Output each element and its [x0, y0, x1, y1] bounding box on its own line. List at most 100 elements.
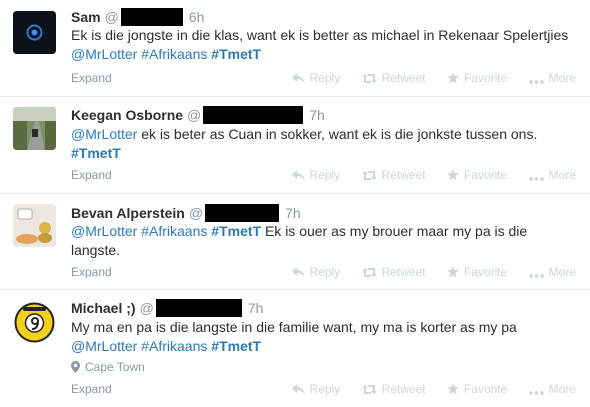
- hashtag-link[interactable]: #Afrikaans: [141, 46, 207, 62]
- mention-link[interactable]: @MrLotter: [71, 338, 137, 354]
- user-handle-at[interactable]: @: [189, 205, 203, 221]
- avatar[interactable]: [13, 301, 56, 344]
- user-handle-at[interactable]: @: [140, 300, 154, 316]
- reply-label: Reply: [309, 382, 341, 396]
- more-dots-icon: [528, 391, 544, 395]
- more-button[interactable]: More: [528, 167, 576, 183]
- tweet-item[interactable]: Sam @6h Ek is die jongste in die klas, wa…: [0, 0, 590, 97]
- tweet-text-segment: ek is beter as Cuan in sokker, want ek i…: [137, 126, 538, 142]
- more-label: More: [548, 382, 576, 396]
- retweet-button[interactable]: Retweet: [361, 381, 426, 397]
- retweet-icon: [361, 74, 377, 83]
- favorite-label: Favorite: [463, 382, 508, 396]
- more-label: More: [548, 168, 576, 182]
- tweet-actions: Reply Retweet Favorite More: [274, 381, 576, 397]
- favorite-star-icon: [446, 383, 459, 395]
- favorite-button[interactable]: Favorite: [446, 381, 508, 397]
- avatar-road-photo-icon: [13, 107, 56, 150]
- more-label: More: [548, 71, 576, 85]
- tweet-time[interactable]: 7h: [248, 300, 264, 316]
- reply-icon: [291, 267, 305, 278]
- tweet-item[interactable]: Michael ;) @7h My ma en pa is die langste…: [0, 290, 590, 407]
- tweet-time[interactable]: 7h: [309, 107, 325, 123]
- expand-link[interactable]: Expand: [71, 70, 112, 86]
- reply-button[interactable]: Reply: [291, 167, 341, 183]
- location-pin-icon: [71, 361, 80, 373]
- tweet-actions: Reply Retweet Favorite More: [274, 70, 576, 86]
- favorite-label: Favorite: [463, 265, 508, 279]
- more-dots-icon: [528, 80, 544, 84]
- retweet-label: Retweet: [381, 168, 426, 182]
- retweet-label: Retweet: [381, 265, 426, 279]
- avatar[interactable]: [13, 11, 56, 54]
- reply-icon: [291, 73, 305, 84]
- reply-label: Reply: [309, 168, 341, 182]
- tweet-item[interactable]: Bevan Alperstein @7h @MrLotter #Afrikaans…: [0, 194, 590, 290]
- tweet-actions: Reply Retweet Favorite More: [274, 264, 576, 280]
- retweet-label: Retweet: [381, 382, 426, 396]
- favorite-label: Favorite: [463, 71, 508, 85]
- location-label: Cape Town: [85, 360, 145, 374]
- retweet-button[interactable]: Retweet: [361, 264, 426, 280]
- hashtag-link[interactable]: #TmetT: [71, 145, 121, 161]
- reply-button[interactable]: Reply: [291, 70, 341, 86]
- favorite-button[interactable]: Favorite: [446, 70, 508, 86]
- reply-label: Reply: [309, 265, 341, 279]
- tweet-time[interactable]: 6h: [189, 9, 205, 25]
- avatar-logo-icon: [13, 11, 56, 54]
- user-name[interactable]: Keegan Osborne: [71, 107, 183, 123]
- tweet-text-segment: My ma en pa is die langste in die famili…: [71, 319, 517, 335]
- favorite-star-icon: [446, 72, 459, 84]
- tweet-actions: Reply Retweet Favorite More: [274, 167, 576, 183]
- reply-button[interactable]: Reply: [291, 264, 341, 280]
- retweet-icon: [361, 268, 377, 277]
- expand-link[interactable]: Expand: [71, 167, 112, 183]
- hashtag-link[interactable]: #TmetT: [211, 46, 261, 62]
- hashtag-link[interactable]: #TmetT: [211, 223, 261, 239]
- tweet-text-segment: Ek is die jongste in die klas, want ek i…: [71, 27, 569, 43]
- reply-button[interactable]: Reply: [291, 381, 341, 397]
- expand-link[interactable]: Expand: [71, 381, 112, 397]
- mention-link[interactable]: @MrLotter: [71, 223, 137, 239]
- more-dots-icon: [528, 274, 544, 278]
- user-handle-at[interactable]: @: [187, 107, 201, 123]
- favorite-label: Favorite: [463, 168, 508, 182]
- expand-link[interactable]: Expand: [71, 264, 112, 280]
- mention-link[interactable]: @MrLotter: [71, 46, 137, 62]
- hashtag-link[interactable]: #Afrikaans: [141, 338, 207, 354]
- redacted-handle: [155, 299, 242, 317]
- tweet-time[interactable]: 7h: [285, 205, 301, 221]
- hashtag-link[interactable]: #Afrikaans: [141, 223, 207, 239]
- avatar[interactable]: [13, 107, 56, 150]
- more-button[interactable]: More: [528, 70, 576, 86]
- avatar-cartoon-icon: [13, 204, 56, 247]
- user-handle-at[interactable]: @: [105, 9, 119, 25]
- tweet-text: Ek is die jongste in die klas, want ek i…: [71, 26, 576, 64]
- reply-label: Reply: [309, 71, 341, 85]
- avatar[interactable]: [13, 204, 56, 247]
- redacted-handle: [205, 204, 280, 222]
- hashtag-link[interactable]: #TmetT: [211, 338, 261, 354]
- more-button[interactable]: More: [528, 381, 576, 397]
- user-name[interactable]: Bevan Alperstein: [71, 205, 185, 221]
- tweet-location[interactable]: Cape Town: [71, 359, 145, 375]
- reply-icon: [291, 170, 305, 181]
- user-name[interactable]: Sam: [71, 9, 101, 25]
- favorite-button[interactable]: Favorite: [446, 264, 508, 280]
- favorite-star-icon: [446, 266, 459, 278]
- retweet-button[interactable]: Retweet: [361, 167, 426, 183]
- retweet-icon: [361, 171, 377, 180]
- retweet-label: Retweet: [381, 71, 426, 85]
- mention-link[interactable]: @MrLotter: [71, 126, 137, 142]
- favorite-button[interactable]: Favorite: [446, 167, 508, 183]
- tweet-text: @MrLotter #Afrikaans #TmetT Ek is ouer a…: [71, 222, 576, 260]
- retweet-button[interactable]: Retweet: [361, 70, 426, 86]
- tweet-text: My ma en pa is die langste in die famili…: [71, 318, 576, 356]
- more-label: More: [548, 265, 576, 279]
- more-button[interactable]: More: [528, 264, 576, 280]
- retweet-icon: [361, 385, 377, 394]
- tweet-item[interactable]: Keegan Osborne @7h @MrLotter ek is beter …: [0, 97, 590, 194]
- redacted-handle: [203, 106, 304, 124]
- user-name[interactable]: Michael ;): [71, 300, 136, 316]
- favorite-star-icon: [446, 169, 459, 181]
